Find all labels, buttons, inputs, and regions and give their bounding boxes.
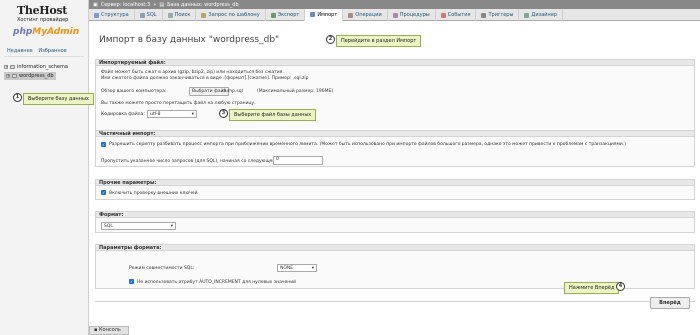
compat-mode-label: Режим совместимости SQL: <box>129 266 195 271</box>
tab-4[interactable]: Экспорт <box>266 9 306 21</box>
tab-icon <box>270 12 276 18</box>
tab-icon <box>201 12 207 18</box>
allow-interrupt-checkbox[interactable]: ✓ <box>101 142 106 147</box>
brand-tagline: Хостинг провайдер <box>17 17 69 23</box>
tab-1[interactable]: SQL <box>135 9 163 21</box>
console-toggle[interactable]: ▪ Консоль <box>89 326 129 335</box>
chevron-down-icon: ▾ <box>311 265 314 271</box>
selected-file-name: dump.sql <box>222 89 243 94</box>
encoding-label: Кодировка файла: <box>101 112 145 117</box>
tab-2[interactable]: Поиск <box>163 9 197 21</box>
host-logo[interactable]: TheHost Хостинг провайдер <box>17 4 75 23</box>
tab-icon <box>481 12 487 18</box>
step-4-callout: Нажмите Вперёд <box>564 282 620 294</box>
encoding-select[interactable]: utf-8 ▾ <box>147 110 197 118</box>
breadcrumb-server[interactable]: Сервер: localhost:3 <box>101 2 151 8</box>
step-2-callout: Перейдите в раздел Импорт <box>336 35 422 47</box>
format-select[interactable]: SQL ▾ <box>101 222 176 230</box>
tab-icon <box>524 12 530 18</box>
db-item-wordpress-db[interactable]: + wordpress_db <box>4 72 56 80</box>
format-options-header: Параметры формата: <box>95 244 695 251</box>
tab-5[interactable]: Импорт <box>305 9 344 21</box>
sidebar-links: Недавнее Избранное <box>7 48 71 54</box>
tab-9[interactable]: Триггеры <box>476 9 520 21</box>
import-file-header: Импортируемый файл: <box>95 59 695 66</box>
tab-6[interactable]: Операции <box>343 9 388 21</box>
tab-icon <box>139 12 145 18</box>
divider <box>95 301 695 302</box>
tab-bar: Структура SQL Поиск Запрос по шаблону Экспор… <box>89 9 700 21</box>
expand-icon[interactable]: + <box>4 65 8 69</box>
skip-queries-input[interactable]: 0 <box>273 156 323 165</box>
tab-7[interactable]: Процедуры <box>388 9 436 21</box>
step-1-badge: 1 <box>13 93 22 102</box>
auto-increment-checkbox[interactable]: ✓ <box>129 279 134 284</box>
step-3-callout: Выберите файл базы данных <box>229 109 317 121</box>
drag-hint: Вы также можете просто перетащить файл н… <box>101 101 256 106</box>
skip-queries-label: Пропустить указанное число запросов (для… <box>101 159 280 164</box>
tab-icon <box>440 12 446 18</box>
compression-note: Файл может быть сжат в архив (gzip, bzip… <box>101 70 284 75</box>
tab-icon <box>392 12 398 18</box>
recent-link[interactable]: Недавнее <box>7 48 33 54</box>
database-icon <box>10 65 15 69</box>
max-size-note: (Максимальный размер: 196МБ) <box>257 89 334 94</box>
step-2-badge: 2 <box>326 35 335 44</box>
tab-icon <box>167 12 173 18</box>
console-icon: ▪ <box>94 327 98 333</box>
step-1-callout: Выберите базу данных <box>23 93 94 105</box>
chevron-down-icon: ▾ <box>170 223 173 229</box>
database-icon <box>12 74 17 78</box>
tab-icon <box>310 12 316 17</box>
tab-icon <box>94 12 99 18</box>
tab-10[interactable]: Дизайнер <box>519 9 564 21</box>
breadcrumb: ▣ Сервер: localhost:3 » ▤ База данных: w… <box>89 0 700 9</box>
navigation-sidebar: TheHost Хостинг провайдер phpMyAdmin Нед… <box>0 0 89 335</box>
favorites-link[interactable]: Избранное <box>38 48 66 54</box>
partial-import-header: Частичный импорт: <box>95 130 695 137</box>
compat-mode-select[interactable]: NONE ▾ <box>277 264 317 272</box>
foreign-keys-checkbox[interactable]: ✓ <box>101 190 106 195</box>
step-3-badge: 3 <box>219 109 228 118</box>
auto-increment-label: Не использовать атрибут AUTO_INCREMENT д… <box>137 280 297 285</box>
tab-3[interactable]: Запрос по шаблону <box>196 9 266 21</box>
server-icon: ▣ <box>93 1 98 8</box>
expand-icon[interactable]: + <box>6 74 10 78</box>
foreign-keys-label: Включить проверку внешних ключей <box>109 191 198 196</box>
db-item-information-schema[interactable]: + information_schema <box>4 64 68 70</box>
go-button[interactable]: Вперёд <box>650 297 690 309</box>
brand-name: TheHost <box>17 4 68 17</box>
sidebar-divider <box>4 56 84 57</box>
filename-note: Имя сжатого файла должно заканчиваться в… <box>101 76 309 81</box>
tab-icon <box>348 12 354 18</box>
tab-0[interactable]: Структура <box>89 9 135 21</box>
allow-interrupt-label: Разрешить скрипту разбивать процесс импо… <box>109 142 627 147</box>
tab-8[interactable]: События <box>436 9 477 21</box>
chevron-down-icon: ▾ <box>191 111 194 117</box>
breadcrumb-database[interactable]: База данных: wordpress_db <box>167 2 239 8</box>
format-header: Формат: <box>95 211 695 218</box>
browse-label: Обзор вашего компьютера: <box>101 89 167 94</box>
format-fieldset <box>95 218 695 233</box>
page-title: Импорт в базу данных "wordpress_db" <box>99 35 280 45</box>
phpmyadmin-logo[interactable]: phpMyAdmin <box>13 27 79 37</box>
database-icon: ▤ <box>159 1 165 8</box>
other-options-header: Прочие параметры: <box>95 179 695 186</box>
step-4-badge: 4 <box>616 282 625 291</box>
